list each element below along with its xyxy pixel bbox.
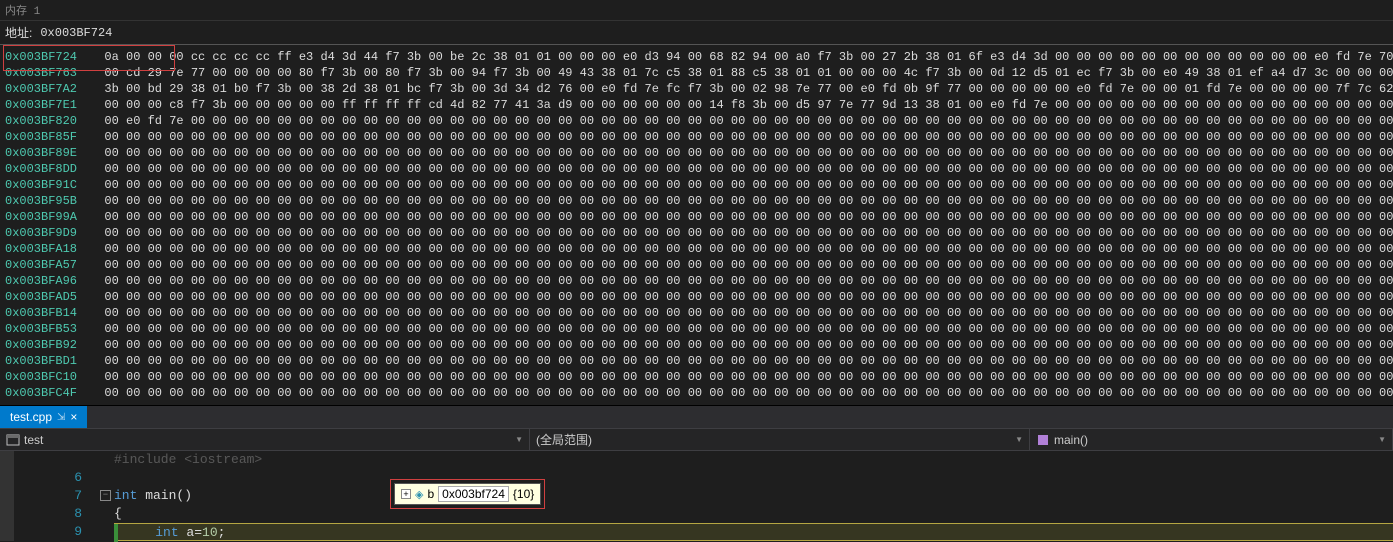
memory-content[interactable]: 0x003BF724 0a 00 00 00 cc cc cc cc ff e3… xyxy=(0,45,1393,405)
code-line-9: int a=10; xyxy=(114,523,1393,541)
memory-row[interactable]: 0x003BF91C 00 00 00 00 00 00 00 00 00 00… xyxy=(0,177,1393,193)
pin-icon[interactable]: ⇲ xyxy=(57,412,65,423)
memory-row[interactable]: 0x003BFA57 00 00 00 00 00 00 00 00 00 00… xyxy=(0,257,1393,273)
memory-row[interactable]: 0x003BF99A 00 00 00 00 00 00 00 00 00 00… xyxy=(0,209,1393,225)
memory-row[interactable]: 0x003BFBD1 00 00 00 00 00 00 00 00 00 00… xyxy=(0,353,1393,369)
line-gutter: 6 7 8 9 xyxy=(14,451,100,541)
tab-label: test.cpp xyxy=(10,410,52,424)
function-label: main() xyxy=(1054,433,1088,447)
project-combo[interactable]: test ▼ xyxy=(0,429,530,450)
memory-row[interactable]: 0x003BF85F 00 00 00 00 00 00 00 00 00 00… xyxy=(0,129,1393,145)
memory-row[interactable]: 0x003BF7A2 3b 00 bd 29 38 01 b0 f7 3b 00… xyxy=(0,81,1393,97)
project-icon xyxy=(6,433,20,447)
gutter-6: 6 xyxy=(14,469,82,487)
code-editor[interactable]: 6 7 8 9 − #include <iostream> int main()… xyxy=(0,451,1393,541)
code-lines[interactable]: #include <iostream> int main() { int a=1… xyxy=(114,451,1393,541)
memory-row[interactable]: 0x003BFA96 00 00 00 00 00 00 00 00 00 00… xyxy=(0,273,1393,289)
memory-row[interactable]: 0x003BF7E1 00 00 00 c8 f7 3b 00 00 00 00… xyxy=(0,97,1393,113)
chevron-down-icon: ▼ xyxy=(1015,435,1023,444)
variable-icon: ◈ xyxy=(415,488,423,501)
memory-row[interactable]: 0x003BFA18 00 00 00 00 00 00 00 00 00 00… xyxy=(0,241,1393,257)
close-icon[interactable]: × xyxy=(70,410,77,424)
memory-row[interactable]: 0x003BF9D9 00 00 00 00 00 00 00 00 00 00… xyxy=(0,225,1393,241)
memory-row[interactable]: 0x003BFC4F 00 00 00 00 00 00 00 00 00 00… xyxy=(0,385,1393,401)
code-line-6 xyxy=(114,469,1393,487)
fold-toggle[interactable]: − xyxy=(100,490,111,501)
memory-row[interactable]: 0x003BF763 00 cd 29 7e 77 00 00 00 00 80… xyxy=(0,65,1393,81)
memory-row[interactable]: 0x003BFB92 00 00 00 00 00 00 00 00 00 00… xyxy=(0,337,1393,353)
address-bar: 地址: xyxy=(0,21,1393,45)
gutter-9: 9 xyxy=(14,523,82,541)
scope-combo[interactable]: (全局范围) ▼ xyxy=(530,429,1030,450)
tooltip-address: 0x003bf724 xyxy=(438,486,509,502)
gutter-7: 7 xyxy=(14,487,82,505)
tooltip-value: {10} xyxy=(513,487,534,501)
memory-row[interactable]: 0x003BF95B 00 00 00 00 00 00 00 00 00 00… xyxy=(0,193,1393,209)
chevron-down-icon: ▼ xyxy=(1378,435,1386,444)
code-line-8: { xyxy=(114,505,1393,523)
scope-bar: test ▼ (全局范围) ▼ main() ▼ xyxy=(0,428,1393,451)
panel-title: 内存 1 xyxy=(0,0,1393,21)
gutter-5 xyxy=(14,451,82,469)
memory-row[interactable]: 0x003BF8DD 00 00 00 00 00 00 00 00 00 00… xyxy=(0,161,1393,177)
memory-row[interactable]: 0x003BFB14 00 00 00 00 00 00 00 00 00 00… xyxy=(0,305,1393,321)
gutter-8: 8 xyxy=(14,505,82,523)
chevron-down-icon: ▼ xyxy=(515,435,523,444)
memory-row[interactable]: 0x003BF820 00 e0 fd 7e 00 00 00 00 00 00… xyxy=(0,113,1393,129)
debug-tooltip[interactable]: + ◈ b 0x003bf724 {10} xyxy=(394,483,541,505)
tab-test-cpp[interactable]: test.cpp ⇲ × xyxy=(0,406,87,428)
memory-panel: 内存 1 地址: 0x003BF724 0a 00 00 00 cc cc cc… xyxy=(0,0,1393,405)
memory-row[interactable]: 0x003BF89E 00 00 00 00 00 00 00 00 00 00… xyxy=(0,145,1393,161)
function-icon xyxy=(1036,433,1050,447)
tooltip-varname: b xyxy=(427,487,434,501)
function-combo[interactable]: main() ▼ xyxy=(1030,429,1393,450)
scope-label: (全局范围) xyxy=(536,431,592,448)
outline-margin xyxy=(0,451,14,541)
modified-marker xyxy=(114,524,118,542)
editor-tab-bar: test.cpp ⇲ × xyxy=(0,405,1393,428)
memory-row[interactable]: 0x003BFC10 00 00 00 00 00 00 00 00 00 00… xyxy=(0,369,1393,385)
tooltip-highlight: + ◈ b 0x003bf724 {10} xyxy=(390,479,545,509)
address-input[interactable] xyxy=(40,26,340,40)
fold-column: − xyxy=(100,451,114,541)
memory-row[interactable]: 0x003BFAD5 00 00 00 00 00 00 00 00 00 00… xyxy=(0,289,1393,305)
expand-icon[interactable]: + xyxy=(401,489,411,499)
memory-row[interactable]: 0x003BF724 0a 00 00 00 cc cc cc cc ff e3… xyxy=(0,49,1393,65)
address-label: 地址: xyxy=(5,24,32,41)
code-line-5: #include <iostream> xyxy=(114,451,1393,469)
project-label: test xyxy=(24,433,43,447)
memory-row[interactable]: 0x003BFB53 00 00 00 00 00 00 00 00 00 00… xyxy=(0,321,1393,337)
code-line-7: int main() xyxy=(114,487,1393,505)
